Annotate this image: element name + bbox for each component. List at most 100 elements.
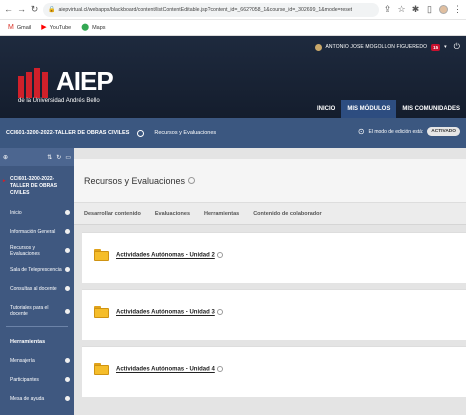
course-marker-icon: ▸ [3,178,6,184]
folder-link-label: Actividades Autónomas - Unidad 2 [116,252,215,259]
folder-link-label: Actividades Autónomas - Unidad 3 [116,309,215,316]
collapse-icon[interactable]: ▭ [65,154,71,161]
course-sidebar: ⊕ ⇅ ↻ ▭ ▸ CCI601-3200-2022-TALLER DE OBR… [0,148,74,415]
item-options-icon[interactable] [65,308,70,314]
item-options-icon[interactable] [216,309,223,315]
user-name[interactable]: ANTONIO JOSE MOGOLLON FIGUEREDO [326,44,428,50]
folder-icon [94,249,109,261]
page-title: Recursos y Evaluaciones [84,175,186,186]
sidebar-item-inicio[interactable]: Inicio [0,203,74,222]
item-options-icon[interactable] [65,210,70,215]
content-list: Actividades Autónomas - Unidad 2 Activid… [82,232,466,403]
user-bar: ANTONIO JOSE MOGOLLON FIGUEREDO 15 ▾ ⏻ [314,42,460,52]
assessments-button[interactable]: Evaluaciones [155,211,190,217]
address-bar[interactable]: 🔒 aiepvirtual.cl/webapps/blackboard/cont… [43,2,379,17]
reload-icon[interactable]: ↻ [30,5,39,14]
sidebar-section-title: Herramientas [10,339,46,345]
logo-text: AIEP [56,66,114,96]
item-options-icon[interactable] [65,396,70,401]
bookmark-gmail[interactable]: M Gmail [8,24,31,31]
course-menu-icon[interactable] [137,129,145,137]
sidebar-item-label: Mesa de ayuda [10,395,45,402]
build-content-button[interactable]: Desarrollar contenido [84,211,141,217]
bookmark-star-icon[interactable]: ☆ [397,5,406,14]
profile-avatar[interactable] [439,5,448,14]
site-header: ANTONIO JOSE MOGOLLON FIGUEREDO 15 ▾ ⏻ A… [0,36,466,118]
sidepanel-icon[interactable]: ▯ [425,5,434,14]
folder-icon [94,306,109,318]
page-options-icon[interactable] [188,177,196,184]
maps-icon: ⬤ [81,24,90,31]
gmail-icon: M [8,24,14,31]
forward-icon[interactable]: → [17,5,26,14]
item-options-icon[interactable] [216,252,223,258]
item-options-icon[interactable] [65,286,70,291]
sidebar-item-label: Mensajería [10,357,35,364]
sidebar-item-label: Consultas al docente [10,285,57,292]
sidebar-item-participantes[interactable]: Participantes [0,370,74,389]
logo-bars-mark [18,68,48,98]
list-item: Actividades Autónomas - Unidad 2 [82,232,466,283]
bookmark-label: YouTube [49,24,72,31]
item-options-icon[interactable] [65,377,70,382]
item-options-icon[interactable] [216,366,223,372]
sidebar-item-sala-teleprescencia[interactable]: Sala de Teleprescencia [0,260,74,279]
user-icon [314,43,322,51]
item-options-icon[interactable] [65,248,70,253]
edit-mode-icon: ⊙ [357,127,365,136]
breadcrumb[interactable]: Recursos y Evaluaciones [154,130,216,136]
sidebar-item-label: Recursos y Evaluaciones [10,244,40,257]
item-options-icon[interactable] [65,267,70,272]
browser-toolbar: ← → ↻ 🔒 aiepvirtual.cl/webapps/blackboar… [0,0,466,20]
bookmark-maps[interactable]: ⬤ Maps [81,24,105,31]
aiep-logo[interactable]: AIEP de la Universidad Andrés Bello [18,66,128,106]
logout-icon[interactable]: ⏻ [454,42,460,52]
sidebar-toolbar: ⊕ ⇅ ↻ ▭ [0,148,74,166]
folder-icon [94,363,109,375]
menu-dots-icon[interactable]: ⋮ [453,5,462,14]
tab-inicio[interactable]: INICIO [311,100,341,118]
tools-button[interactable]: Herramientas [204,211,239,217]
partner-content-button[interactable]: Contenido de colaborador [253,211,321,217]
sidebar-item-label: Información General [10,228,56,235]
edit-mode-toggle[interactable]: ACTIVADO [427,127,460,136]
sidebar-item-recursos-evaluaciones[interactable]: Recursos y Evaluaciones [0,241,74,260]
chevron-down-icon[interactable]: ▾ [444,44,447,50]
main-content: Recursos y Evaluaciones Desarrollar cont… [74,148,466,415]
tab-mis-comunidades[interactable]: MIS COMUNIDADES [396,100,466,118]
extensions-icon[interactable]: ✱ [411,5,420,14]
notification-badge[interactable]: 15 [431,43,441,51]
edit-mode-label: El modo de edición está: [368,128,424,135]
list-item: Actividades Autónomas - Unidad 3 [82,289,466,340]
share-icon[interactable]: ⇪ [383,5,392,14]
tab-mis-modulos[interactable]: MIS MÓDULOS [341,100,397,118]
bookmark-label: Maps [92,24,106,31]
bookmark-youtube[interactable]: ▶ YouTube [41,24,71,31]
folder-link[interactable]: Actividades Autónomas - Unidad 2 [116,252,223,259]
course-breadcrumb-bar: CCI601-3200-2022-TALLER DE OBRAS CIVILES… [0,118,466,148]
item-options-icon[interactable] [65,358,70,363]
back-icon[interactable]: ← [4,5,13,14]
item-options-icon[interactable] [65,229,70,234]
logo-subtitle: de la Universidad Andrés Bello [18,98,100,104]
reorder-icon[interactable]: ⇅ [47,154,52,161]
lock-icon: 🔒 [48,7,56,13]
course-title[interactable]: CCI601-3200-2022-TALLER DE OBRAS CIVILES [6,130,129,136]
sidebar-item-tutoriales-docente[interactable]: Tutoriales para el docente [0,298,74,324]
folder-link[interactable]: Actividades Autónomas - Unidad 4 [116,366,223,373]
sidebar-item-consultas-docente[interactable]: Consultas al docente [0,279,74,298]
list-item: Actividades Autónomas - Unidad 4 [82,346,466,397]
refresh-icon[interactable]: ↻ [56,154,61,161]
sidebar-course-title[interactable]: ▸ CCI601-3200-2022-TALLER DE OBRAS CIVIL… [0,166,74,203]
sidebar-item-mensajeria[interactable]: Mensajería [0,351,74,370]
sidebar-course-label: CCI601-3200-2022-TALLER DE OBRAS CIVILES [10,176,58,196]
youtube-icon: ▶ [41,24,47,31]
folder-link[interactable]: Actividades Autónomas - Unidad 3 [116,309,223,316]
sidebar-item-label: Tutoriales para el docente [10,304,49,318]
action-bar: Desarrollar contenido Evaluaciones Herra… [74,203,466,225]
sidebar-item-label: Sala de Teleprescencia [10,266,62,273]
sidebar-item-mesa-ayuda[interactable]: Mesa de ayuda [0,389,74,408]
bookmarks-bar: M Gmail ▶ YouTube ⬤ Maps [0,20,466,36]
sidebar-item-informacion-general[interactable]: Información General [0,222,74,241]
add-menu-item-icon[interactable]: ⊕ [3,154,8,161]
